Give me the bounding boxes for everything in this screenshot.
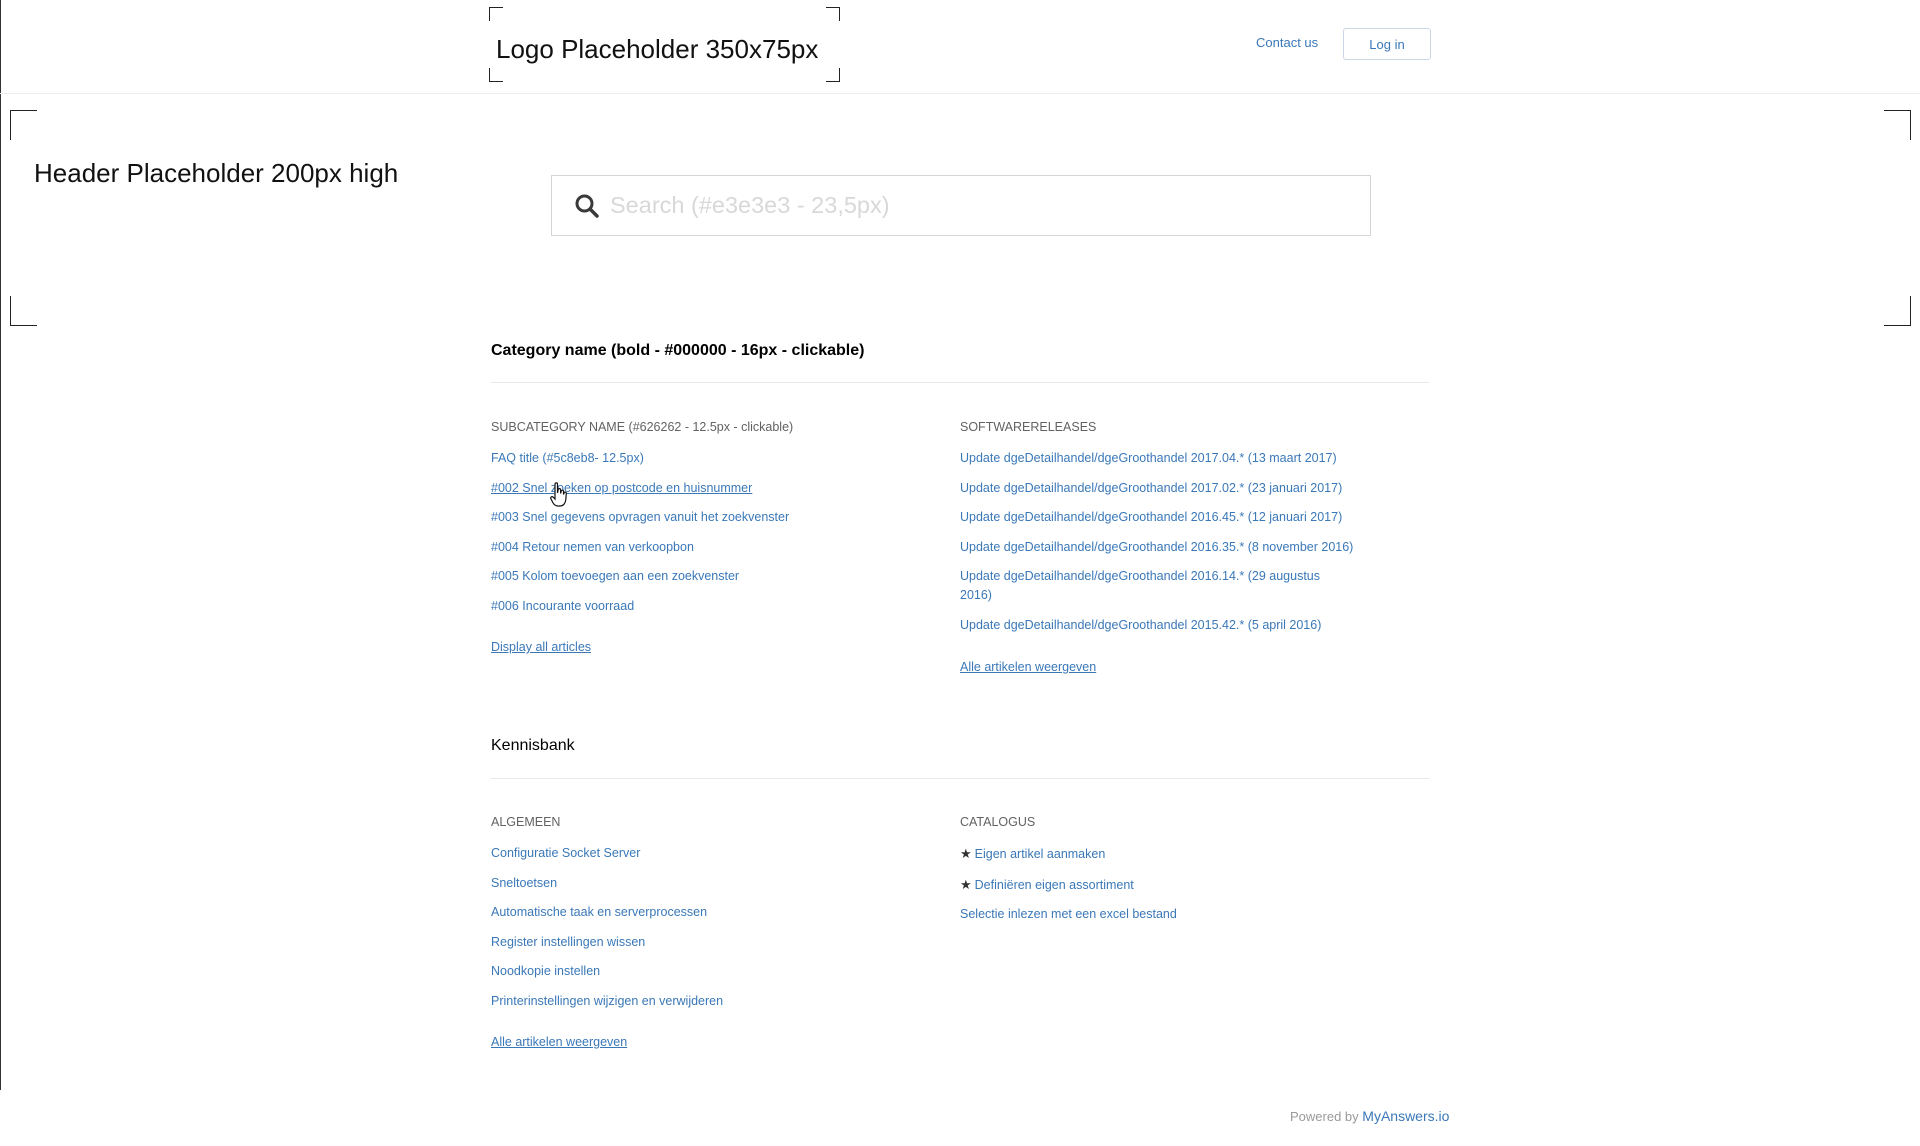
logo-corner-tl xyxy=(489,7,503,21)
header-corner-bl xyxy=(10,296,37,326)
faq-item[interactable]: Sneltoetsen xyxy=(491,874,951,893)
faq-item[interactable]: FAQ title (#5c8eb8- 12.5px) xyxy=(491,449,951,468)
faq-item[interactable]: Automatische taak en serverprocessen xyxy=(491,903,951,922)
page: Logo Placeholder 350x75px Contact us Log… xyxy=(0,0,1920,1146)
faq-list: Configuratie Socket Server Sneltoetsen A… xyxy=(491,844,951,1011)
category-title[interactable]: Kennisbank xyxy=(491,737,1429,755)
logo-corner-tr xyxy=(826,7,840,21)
softwarereleases-column: SOFTWARERELEASES Update dgeDetailhandel/… xyxy=(960,420,1380,674)
faq-item[interactable]: Update dgeDetailhandel/dgeGroothandel 20… xyxy=(960,508,1380,527)
logo-text: Logo Placeholder 350x75px xyxy=(496,34,819,64)
faq-item[interactable]: #003 Snel gegevens opvragen vanuit het z… xyxy=(491,508,951,527)
faq-item[interactable]: Update dgeDetailhandel/dgeGroothandel 20… xyxy=(960,567,1355,605)
display-all-articles-link[interactable]: Display all articles xyxy=(491,640,591,654)
algemeen-column: ALGEMEEN Configuratie Socket Server Snel… xyxy=(491,815,951,1049)
header-corner-tl xyxy=(10,110,37,140)
hand-cursor-icon xyxy=(550,482,567,507)
star-icon: ★ xyxy=(960,876,972,892)
category-title[interactable]: Category name (bold - #000000 - 16px - c… xyxy=(491,342,1429,360)
catalogus-column: CATALOGUS ★ Eigen artikel aanmaken ★ Defin… xyxy=(960,815,1380,924)
search-bar[interactable] xyxy=(551,175,1371,236)
header-placeholder-text: Header Placeholder 200px high xyxy=(34,158,399,188)
category-section-2: Kennisbank ALGEMEEN Configuratie Socket … xyxy=(491,737,1429,1077)
faq-item[interactable]: Configuratie Socket Server xyxy=(491,844,951,863)
faq-list: Update dgeDetailhandel/dgeGroothandel 20… xyxy=(960,449,1380,635)
myanswers-link[interactable]: MyAnswers.io xyxy=(1362,1108,1449,1124)
faq-list: ★ Eigen artikel aanmaken ★ Definiëren eige… xyxy=(960,844,1380,924)
left-edge-line xyxy=(0,0,1,1090)
search-icon[interactable] xyxy=(574,193,600,219)
contact-us-link[interactable]: Contact us xyxy=(1256,35,1318,50)
logo-corner-br xyxy=(826,68,840,82)
faq-item[interactable]: Printerinstellingen wijzigen en verwijde… xyxy=(491,992,951,1011)
faq-item[interactable]: Selectie inlezen met een excel bestand xyxy=(960,905,1380,924)
search-input[interactable] xyxy=(610,176,1350,235)
display-all-articles-link[interactable]: Alle artikelen weergeven xyxy=(491,1035,627,1049)
faq-item[interactable]: Update dgeDetailhandel/dgeGroothandel 20… xyxy=(960,479,1380,498)
subcategory-heading[interactable]: SOFTWARERELEASES xyxy=(960,420,1380,434)
faq-item[interactable]: Register instellingen wissen xyxy=(491,933,951,952)
faq-item[interactable]: #006 Incourante voorraad xyxy=(491,597,951,616)
subcategory-column: SUBCATEGORY NAME (#626262 - 12.5px - cli… xyxy=(491,420,951,654)
footer: Powered by MyAnswers.io xyxy=(1290,1108,1449,1124)
subcategory-heading[interactable]: ALGEMEEN xyxy=(491,815,951,829)
faq-item[interactable]: Update dgeDetailhandel/dgeGroothandel 20… xyxy=(960,616,1380,635)
powered-by-text: Powered by xyxy=(1290,1109,1359,1124)
faq-item[interactable]: #004 Retour nemen van verkoopbon xyxy=(491,538,951,557)
logo[interactable]: Logo Placeholder 350x75px xyxy=(489,7,840,82)
header-corner-br xyxy=(1884,296,1911,326)
log-in-button[interactable]: Log in xyxy=(1343,28,1431,60)
logo-corner-bl xyxy=(489,68,503,82)
faq-item[interactable]: Update dgeDetailhandel/dgeGroothandel 20… xyxy=(960,449,1380,468)
section-divider xyxy=(491,382,1429,383)
header-corner-tr xyxy=(1884,110,1911,140)
category-section-1: Category name (bold - #000000 - 16px - c… xyxy=(491,342,1429,682)
subcategory-heading[interactable]: CATALOGUS xyxy=(960,815,1380,829)
faq-item[interactable]: ★ Eigen artikel aanmaken xyxy=(960,844,1380,864)
star-icon: ★ xyxy=(960,846,972,861)
display-all-articles-link[interactable]: Alle artikelen weergeven xyxy=(960,660,1096,674)
section-divider xyxy=(491,778,1429,779)
faq-list: FAQ title (#5c8eb8- 12.5px) #002 Snel zo… xyxy=(491,449,951,616)
faq-item[interactable]: ★ Definiëren eigen assortiment xyxy=(960,875,1380,895)
faq-item[interactable]: #005 Kolom toevoegen aan een zoekvenster xyxy=(491,567,951,586)
subcategory-heading[interactable]: SUBCATEGORY NAME (#626262 - 12.5px - cli… xyxy=(491,420,951,434)
top-bar: Logo Placeholder 350x75px Contact us Log… xyxy=(0,0,1920,94)
faq-item[interactable]: Noodkopie instellen xyxy=(491,962,951,981)
faq-item[interactable]: Update dgeDetailhandel/dgeGroothandel 20… xyxy=(960,538,1380,557)
